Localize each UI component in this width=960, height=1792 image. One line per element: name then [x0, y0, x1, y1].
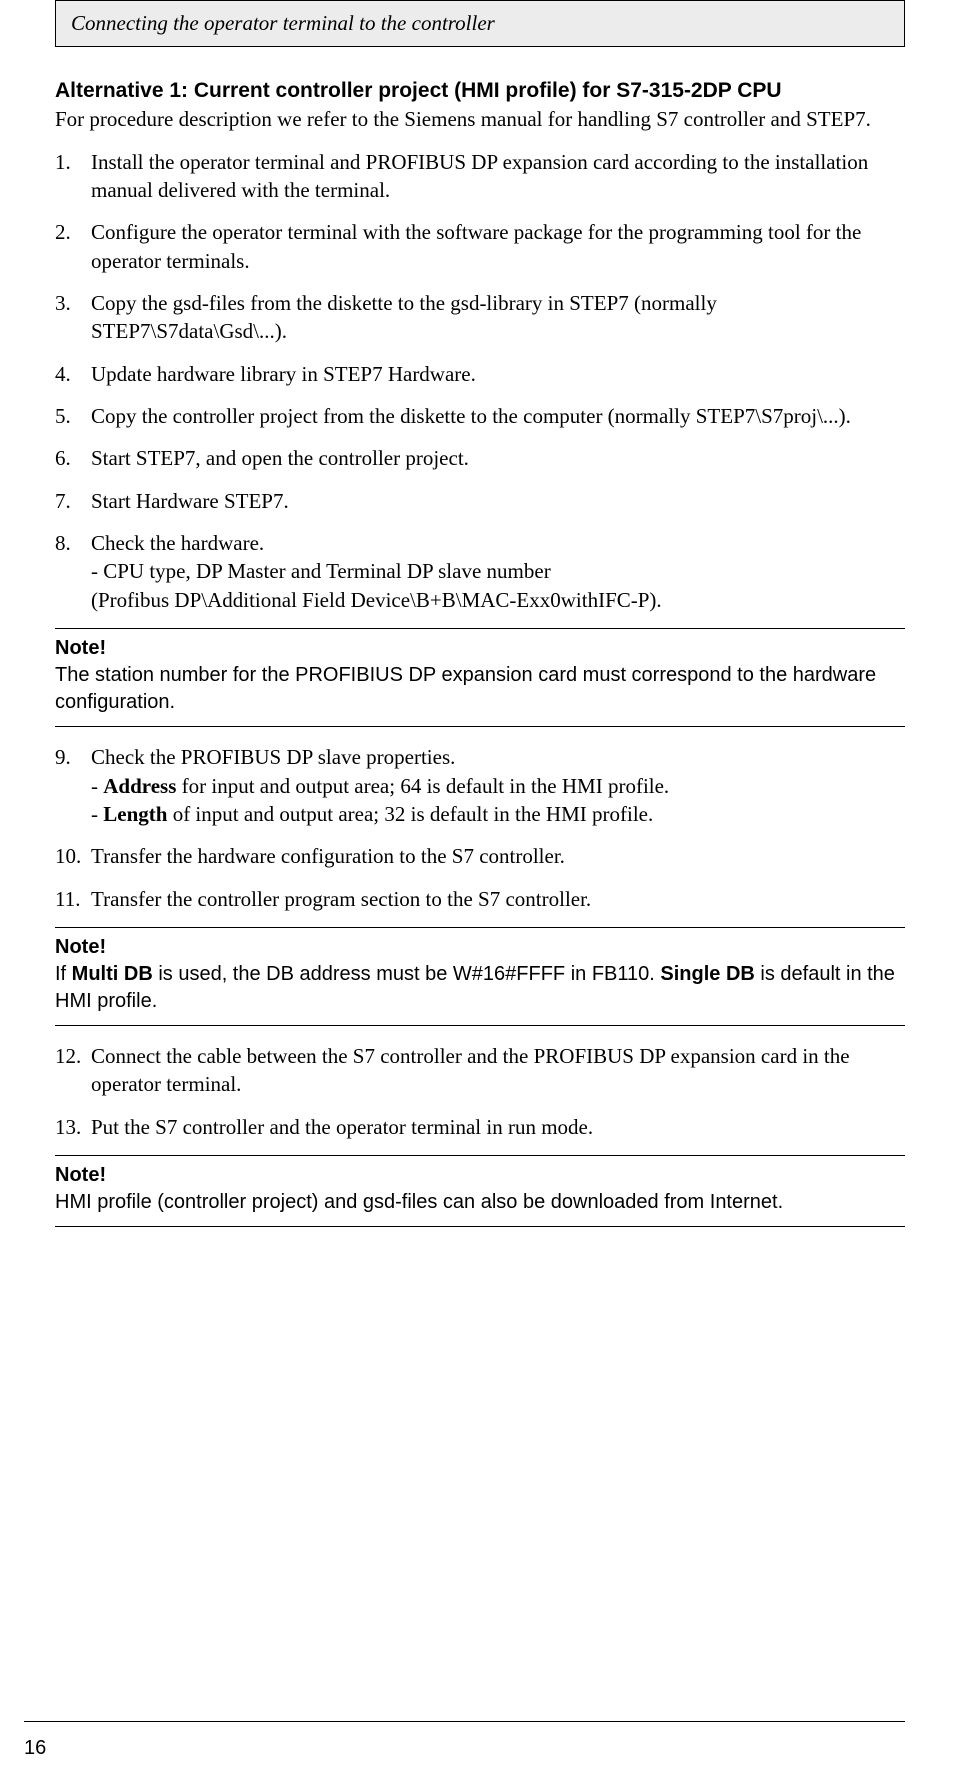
list-item: 13. Put the S7 controller and the operato… — [55, 1113, 905, 1141]
step-number: 3. — [55, 289, 71, 317]
step-text: Install the operator terminal and PROFIB… — [91, 150, 868, 202]
note-text: HMI profile (controller project) and gsd… — [55, 1191, 783, 1213]
note-text: The station number for the PROFIBIUS DP … — [55, 664, 876, 713]
note-text: If Multi DB is used, the DB address must… — [55, 963, 895, 1012]
step-text: Check the hardware. — [91, 529, 905, 557]
step-text: Configure the operator terminal with the… — [91, 220, 861, 272]
list-item: 9. Check the PROFIBUS DP slave propertie… — [55, 743, 905, 828]
list-item: 11. Transfer the controller program secti… — [55, 885, 905, 913]
page-number: 16 — [24, 1737, 46, 1760]
section-title: Alternative 1: Current controller projec… — [55, 77, 905, 105]
note-block: Note! HMI profile (controller project) a… — [55, 1162, 905, 1216]
list-item: 8. Check the hardware. - CPU type, DP Ma… — [55, 529, 905, 614]
step-number: 10. — [55, 842, 81, 870]
list-item: 5. Copy the controller project from the d… — [55, 402, 905, 430]
step-text: Connect the cable between the S7 control… — [91, 1044, 850, 1096]
step-number: 12. — [55, 1042, 81, 1070]
step-text: Check the PROFIBUS DP slave properties. — [91, 743, 905, 771]
step-number: 13. — [55, 1113, 81, 1141]
step-number: 5. — [55, 402, 71, 430]
step-text: - Address for input and output area; 64 … — [91, 772, 905, 800]
page: Connecting the operator terminal to the … — [0, 0, 960, 1792]
bold-text: Multi DB — [72, 963, 153, 985]
text: for input and output area; 64 is default… — [176, 774, 669, 798]
note-label: Note! — [55, 637, 106, 659]
step-text: Update hardware library in STEP7 Hardwar… — [91, 362, 476, 386]
step-number: 7. — [55, 487, 71, 515]
text: - — [91, 802, 103, 826]
step-number: 2. — [55, 218, 71, 246]
intro-paragraph: For procedure description we refer to th… — [55, 105, 905, 133]
step-text: - CPU type, DP Master and Terminal DP sl… — [91, 557, 905, 585]
list-item: 12. Connect the cable between the S7 cont… — [55, 1042, 905, 1099]
steps-list-a2: 9. Check the PROFIBUS DP slave propertie… — [55, 743, 905, 913]
step-text: Transfer the controller program section … — [91, 887, 591, 911]
footer-divider — [24, 1721, 905, 1722]
step-number: 4. — [55, 360, 71, 388]
step-text: Transfer the hardware configuration to t… — [91, 844, 565, 868]
steps-list-c: 12. Connect the cable between the S7 cont… — [55, 1042, 905, 1141]
divider — [55, 1226, 905, 1227]
step-number: 6. — [55, 444, 71, 472]
page-header: Connecting the operator terminal to the … — [55, 0, 905, 47]
list-item: 1. Install the operator terminal and PROF… — [55, 148, 905, 205]
step-text: - Length of input and output area; 32 is… — [91, 800, 905, 828]
step-text: (Profibus DP\Additional Field Device\B+B… — [91, 586, 905, 614]
steps-list-a: 1. Install the operator terminal and PROF… — [55, 148, 905, 614]
divider — [55, 1155, 905, 1156]
bold-text: Address — [103, 774, 176, 798]
step-number: 9. — [55, 743, 71, 771]
step-text: Copy the controller project from the dis… — [91, 404, 851, 428]
step-text: Start Hardware STEP7. — [91, 489, 289, 513]
divider — [55, 726, 905, 727]
divider — [55, 927, 905, 928]
list-item: 4. Update hardware library in STEP7 Hardw… — [55, 360, 905, 388]
list-item: 2. Configure the operator terminal with t… — [55, 218, 905, 275]
divider — [55, 1025, 905, 1026]
text: is used, the DB address must be W#16#FFF… — [153, 963, 661, 985]
step-text: Copy the gsd-files from the diskette to … — [91, 291, 717, 343]
note-label: Note! — [55, 936, 106, 958]
step-number: 11. — [55, 885, 80, 913]
list-item: 6. Start STEP7, and open the controller p… — [55, 444, 905, 472]
note-block: Note! If Multi DB is used, the DB addres… — [55, 934, 905, 1015]
step-number: 8. — [55, 529, 71, 557]
text: of input and output area; 32 is default … — [167, 802, 653, 826]
text: - — [91, 774, 103, 798]
divider — [55, 628, 905, 629]
step-text: Start STEP7, and open the controller pro… — [91, 446, 469, 470]
bold-text: Length — [103, 802, 167, 826]
bold-text: Single DB — [660, 963, 754, 985]
step-number: 1. — [55, 148, 71, 176]
note-label: Note! — [55, 1164, 106, 1186]
note-block: Note! The station number for the PROFIBI… — [55, 635, 905, 716]
list-item: 7. Start Hardware STEP7. — [55, 487, 905, 515]
list-item: 10. Transfer the hardware configuration t… — [55, 842, 905, 870]
text: If — [55, 963, 72, 985]
list-item: 3. Copy the gsd-files from the diskette t… — [55, 289, 905, 346]
step-text: Put the S7 controller and the operator t… — [91, 1115, 593, 1139]
